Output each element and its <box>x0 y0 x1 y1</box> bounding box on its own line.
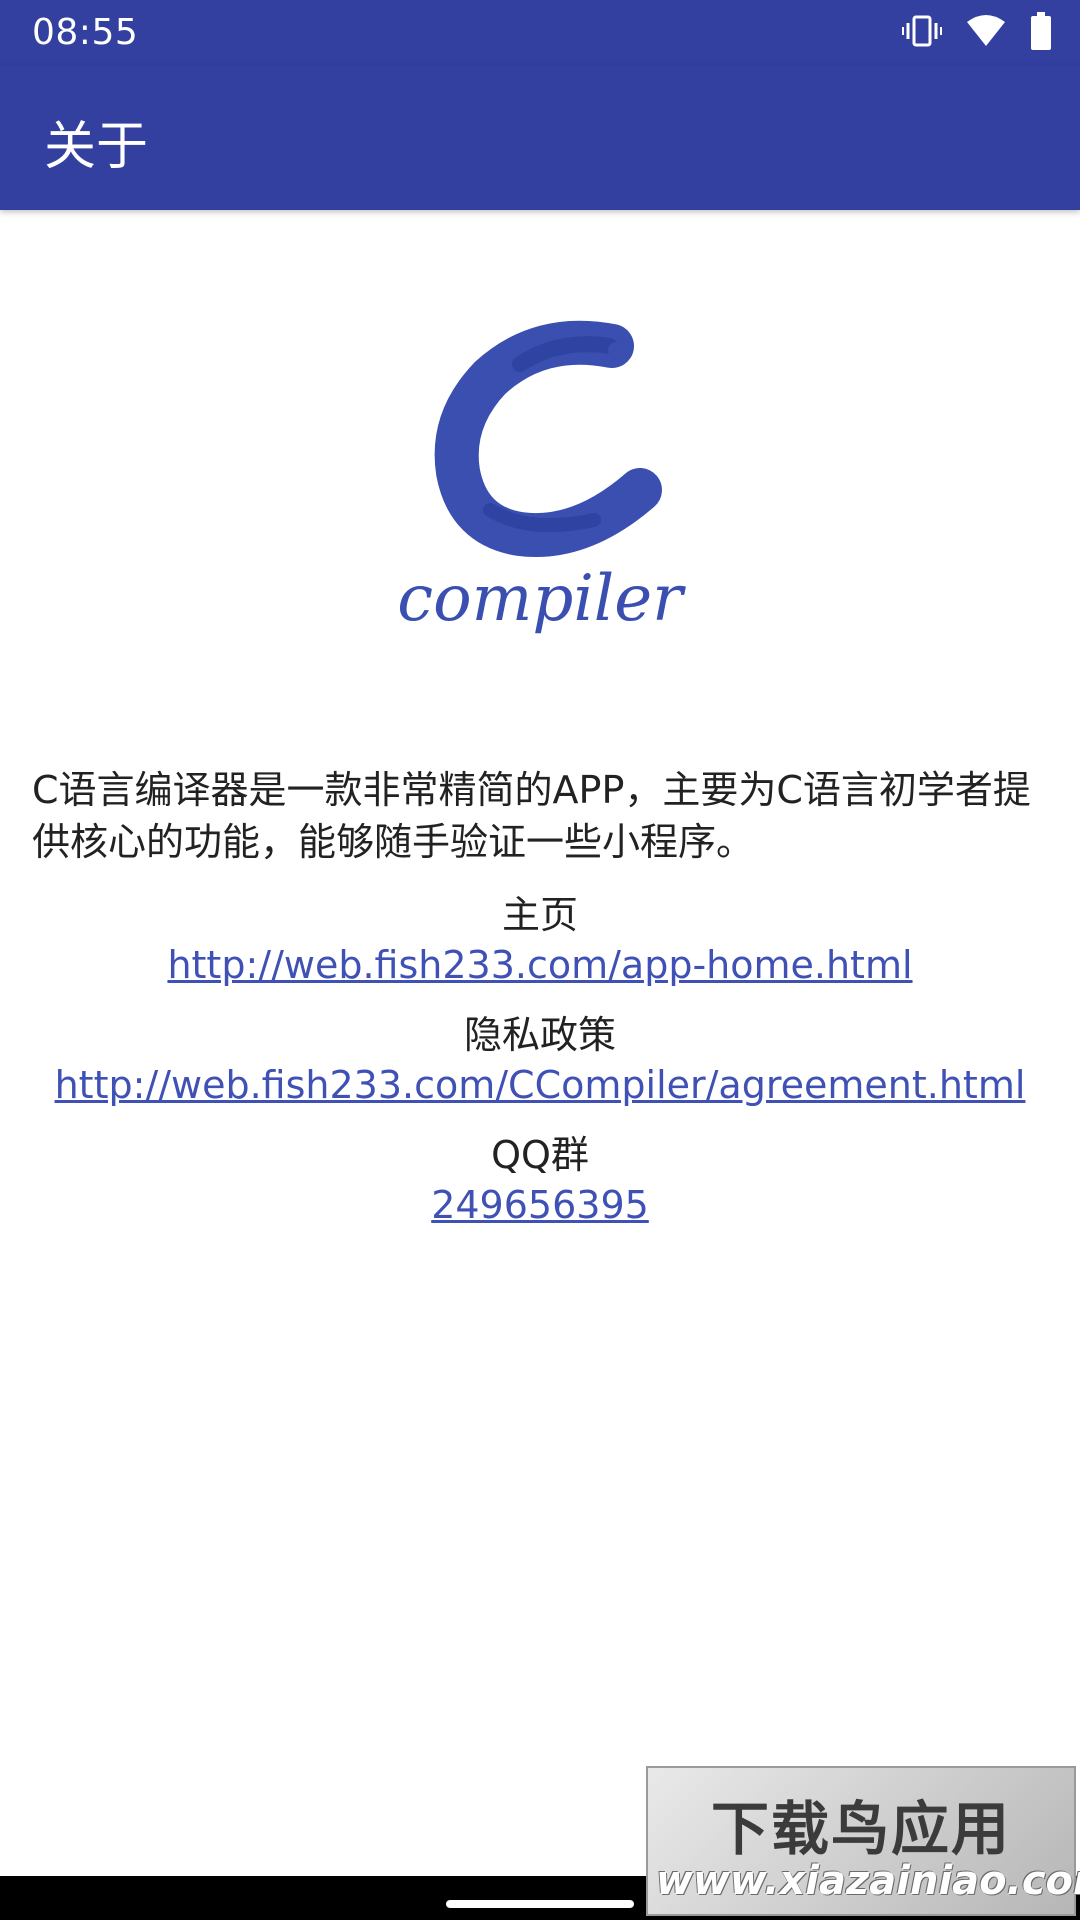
gesture-handle[interactable] <box>446 1900 634 1908</box>
privacy-block: 隐私政策 http://web.fish233.com/CCompiler/ag… <box>0 1010 1080 1110</box>
page-title: 关于 <box>44 117 149 177</box>
app-description: C语言编译器是一款非常精简的APP，主要为C语言初学者提供核心的功能，能够随手验… <box>32 768 1031 864</box>
app-bar: 关于 <box>0 66 1080 210</box>
wifi-icon <box>966 14 1006 52</box>
watermark-badge: 下载鸟应用 www.xiazainiao.com <box>646 1766 1080 1916</box>
status-icons <box>902 12 1052 54</box>
watermark-title: 下载鸟应用 <box>710 1795 1011 1863</box>
links-section: 主页 http://web.fish233.com/app-home.html … <box>0 890 1080 1250</box>
qq-number-link[interactable]: 249656395 <box>431 1180 649 1230</box>
homepage-label: 主页 <box>501 893 578 937</box>
watermark-url: www.xiazainiao.com <box>656 1858 1080 1904</box>
battery-icon <box>1030 12 1052 54</box>
privacy-link[interactable]: http://web.fish233.com/CCompiler/agreeme… <box>55 1060 1026 1110</box>
vibrate-icon <box>902 13 942 53</box>
homepage-link[interactable]: http://web.fish233.com/app-home.html <box>167 940 912 990</box>
qq-block: QQ群 249656395 <box>0 1130 1080 1230</box>
homepage-block: 主页 http://web.fish233.com/app-home.html <box>0 890 1080 990</box>
status-time: 08:55 <box>32 12 139 53</box>
qq-label: QQ群 <box>491 1133 589 1177</box>
logo-wordmark: compiler <box>397 562 686 636</box>
privacy-label: 隐私政策 <box>463 1013 616 1057</box>
app-logo: compiler <box>380 320 700 670</box>
status-bar: 08:55 <box>0 0 1080 66</box>
